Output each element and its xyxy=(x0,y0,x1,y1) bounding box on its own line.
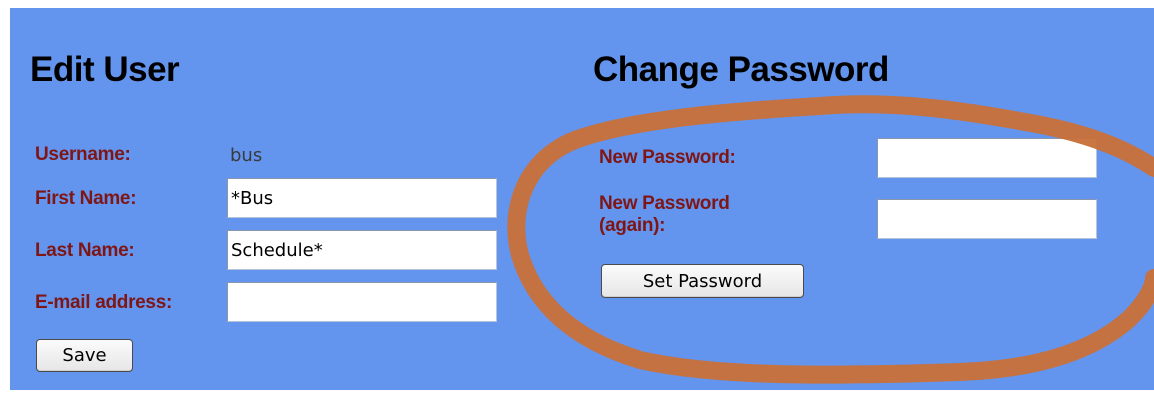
email-field[interactable] xyxy=(227,282,497,322)
new-password-again-label-line1: New Password xyxy=(599,193,730,214)
edit-user-title: Edit User xyxy=(30,50,180,89)
first-name-field[interactable] xyxy=(227,178,497,218)
new-password-field[interactable] xyxy=(877,138,1097,178)
last-name-field[interactable] xyxy=(227,230,497,270)
new-password-again-label: New Password (again): xyxy=(599,193,730,237)
change-password-title: Change Password xyxy=(593,50,889,89)
new-password-label: New Password: xyxy=(599,147,736,168)
set-password-button[interactable]: Set Password xyxy=(601,264,804,298)
first-name-label: First Name: xyxy=(35,188,137,209)
new-password-again-label-line2: (again): xyxy=(599,215,666,236)
username-value: bus xyxy=(230,145,263,166)
email-label: E-mail address: xyxy=(35,292,172,313)
username-label: Username: xyxy=(35,144,131,165)
save-button[interactable]: Save xyxy=(36,339,133,372)
new-password-again-field[interactable] xyxy=(877,199,1097,239)
last-name-label: Last Name: xyxy=(35,240,135,261)
